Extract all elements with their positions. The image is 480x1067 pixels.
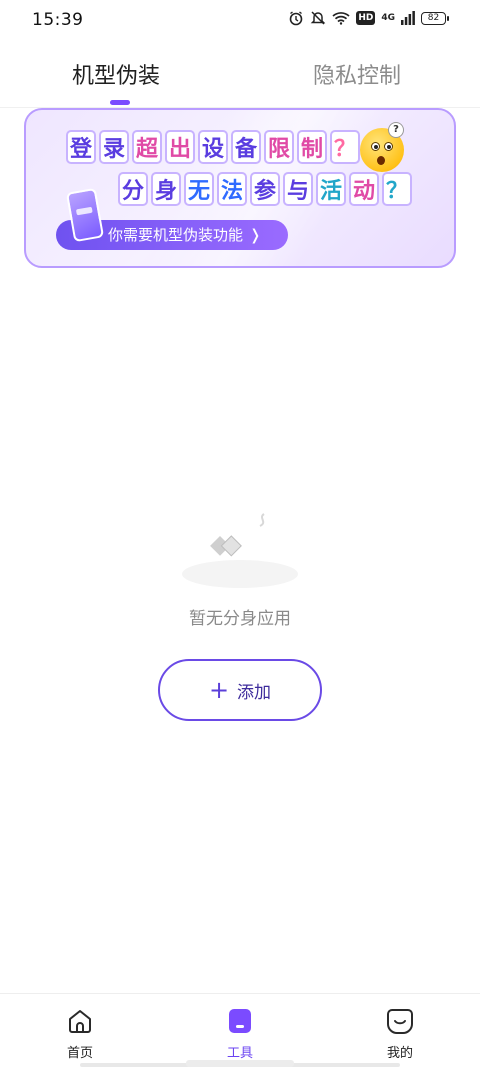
headline-1-char: 录: [99, 130, 129, 164]
headline-1-char: 备: [231, 130, 261, 164]
tools-icon: [210, 1008, 270, 1038]
empty-state-message: 暂无分身应用: [189, 609, 291, 629]
battery-level: 82: [427, 13, 440, 23]
headline-2-char: 身: [151, 172, 181, 206]
mute-icon: [310, 10, 326, 26]
banner-headline-1: 登 录 超 出 设 备 限 制 ？: [66, 130, 360, 164]
wifi-icon: [332, 11, 350, 25]
chevron-right-icon: ❭: [249, 226, 262, 244]
nav-item-mine[interactable]: 我的: [370, 1008, 430, 1061]
add-button[interactable]: + 添加: [158, 659, 322, 721]
headline-2-char: 法: [217, 172, 247, 206]
nav-item-home[interactable]: 首页: [50, 1008, 110, 1061]
nav-label-tools: 工具: [226, 1046, 253, 1061]
nav-label-home: 首页: [66, 1046, 93, 1061]
headline-1-char: 设: [198, 130, 228, 164]
headline-2-char: 与: [283, 172, 313, 206]
headline-1-char: 超: [132, 130, 162, 164]
headline-1-char: 限: [264, 130, 294, 164]
promo-banner[interactable]: 登 录 超 出 设 备 限 制 ？ ? 分 身 无 法 参 与 活 动 ？ 你需…: [24, 108, 456, 268]
top-tabs: 机型伪装 隐私控制: [0, 52, 480, 108]
network-type: 4G: [381, 13, 395, 23]
status-time: 15:39: [32, 10, 84, 30]
add-button-label: 添加: [237, 682, 272, 703]
bottom-nav: 首页 工具 我的: [0, 993, 480, 1067]
signal-icon: [401, 11, 415, 25]
headline-2-char: 无: [184, 172, 214, 206]
headline-2-char: 参: [250, 172, 280, 206]
question-bubble: ?: [388, 122, 404, 138]
tab-device-disguise[interactable]: 机型伪装: [72, 58, 160, 90]
hd-badge: HD: [356, 11, 376, 25]
headline-1-char: 登: [66, 130, 96, 164]
status-bar: 15:39 HD 4G 82: [0, 0, 480, 40]
headline-2-char: ？: [382, 172, 412, 206]
headline-2-char: 活: [316, 172, 346, 206]
plus-icon: +: [208, 676, 230, 704]
tab-active-indicator: [110, 100, 130, 105]
headline-1-char: 出: [165, 130, 195, 164]
headline-2-char: 分: [118, 172, 148, 206]
headline-2-char: 动: [349, 172, 379, 206]
profile-icon: [370, 1008, 430, 1038]
battery-icon: 82: [421, 11, 449, 25]
status-icons: HD 4G 82: [288, 10, 449, 26]
tab-privacy-control[interactable]: 隐私控制: [313, 58, 401, 90]
home-icon: [50, 1008, 110, 1038]
headline-1-char: 制: [297, 130, 327, 164]
alarm-icon: [288, 10, 304, 26]
banner-cta-text: 你需要机型伪装功能: [108, 226, 244, 244]
empty-box-illustration: [180, 508, 300, 588]
banner-headline-2: 分 身 无 法 参 与 活 动 ？: [118, 172, 412, 206]
headline-1-char: ？: [330, 130, 360, 164]
nav-item-tools[interactable]: 工具: [210, 1008, 270, 1061]
gesture-handle[interactable]: [186, 1060, 294, 1067]
nav-label-mine: 我的: [386, 1046, 413, 1061]
